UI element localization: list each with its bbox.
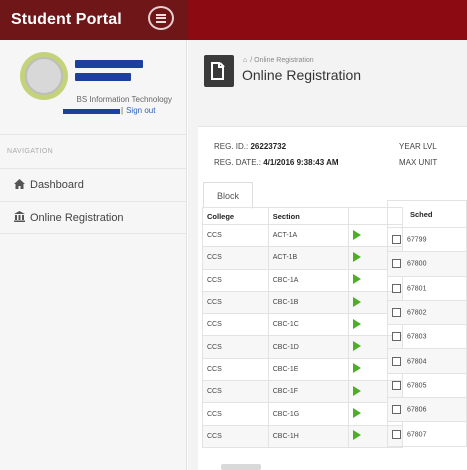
table-row: 67806: [387, 397, 467, 423]
schedule-checkbox[interactable]: [392, 283, 401, 293]
schedule-checkbox[interactable]: [392, 380, 401, 390]
menu-toggle-button[interactable]: [148, 6, 174, 30]
table-row: 67807: [387, 421, 467, 447]
schedule-checkbox[interactable]: [392, 259, 401, 269]
schedule-checkbox[interactable]: [392, 332, 401, 342]
main-content: ⌂ / Online Registration Online Registrati…: [188, 40, 467, 470]
user-profile: BS Information Technology Sign out: [0, 40, 186, 135]
breadcrumb-current: Online Registration: [254, 57, 314, 64]
column-header-college: College: [202, 207, 269, 225]
sidebar-item-label: Dashboard: [30, 179, 84, 191]
table-row: 67800: [387, 251, 467, 277]
table-row: 67805: [387, 372, 467, 399]
document-icon: [204, 55, 234, 87]
schedule-table: Sched 67799 67800 67801 67802 67803 6780…: [387, 200, 467, 447]
select-block-icon[interactable]: [353, 251, 362, 262]
table-row: CCS ACT-1A: [202, 223, 403, 248]
schedule-checkbox[interactable]: [392, 356, 401, 366]
avatar-image: [25, 57, 63, 95]
schedule-checkbox[interactable]: [392, 405, 401, 415]
sign-out-link[interactable]: Sign out: [121, 106, 155, 115]
hamburger-icon: [156, 13, 166, 23]
select-block-icon[interactable]: [353, 341, 362, 352]
breadcrumb-home-icon[interactable]: ⌂: [243, 57, 247, 64]
select-block-icon[interactable]: [353, 363, 362, 374]
table-row: 67803: [387, 324, 467, 350]
schedule-checkbox[interactable]: [392, 235, 401, 245]
column-header-schedule: Sched: [387, 200, 467, 228]
user-name-redacted-2: [75, 73, 131, 81]
sidebar-item-label: Online Registration: [30, 211, 124, 224]
avatar: [20, 52, 68, 100]
horizontal-scrollbar[interactable]: [221, 464, 261, 470]
user-program: BS Information Technology: [76, 95, 172, 104]
select-block-icon[interactable]: [353, 385, 362, 396]
breadcrumb: ⌂ / Online Registration: [243, 57, 314, 64]
select-block-icon[interactable]: [353, 296, 362, 307]
column-header-section: Section: [267, 207, 350, 225]
bank-icon: [12, 210, 26, 225]
top-bar: Student Portal: [0, 0, 467, 40]
home-icon: [12, 178, 26, 192]
table-row: CCS CBC-1D: [202, 335, 403, 359]
tab-block[interactable]: Block: [203, 182, 253, 209]
year-level: YEAR LVL: [399, 142, 437, 151]
table-row: 67801: [387, 275, 467, 301]
user-name-redacted: [75, 60, 143, 68]
reg-id: REG. ID.: 26223732: [214, 142, 287, 151]
schedule-checkbox[interactable]: [392, 308, 401, 318]
sidebar-item-dashboard[interactable]: Dashboard: [0, 168, 186, 201]
table-row: CCS CBC-1B: [202, 290, 403, 315]
select-block-icon[interactable]: [353, 318, 362, 329]
page-header: ⌂ / Online Registration Online Registrati…: [188, 40, 467, 116]
table-row: CCS CBC-1G: [202, 402, 403, 426]
table-row: CCS CBC-1H: [202, 424, 403, 448]
reg-date: REG. DATE.: 4/1/2016 9:38:43 AM: [214, 158, 339, 167]
table-row: CCS CBC-1A: [202, 268, 403, 292]
sidebar-item-online-registration[interactable]: Online Registration: [0, 201, 186, 234]
max-units: MAX UNIT: [399, 158, 438, 167]
table-row: CCS CBC-1E: [202, 357, 403, 382]
app-title[interactable]: Student Portal: [11, 11, 122, 29]
nav-heading: NAVIGATION: [7, 148, 54, 155]
schedule-checkbox[interactable]: [392, 429, 401, 439]
table-row: CCS ACT-1B: [202, 246, 403, 270]
table-row: CCS CBC-1C: [202, 313, 403, 337]
table-row: CCS CBC-1F: [202, 380, 403, 404]
sidebar: BS Information Technology Sign out NAVIG…: [0, 40, 187, 470]
select-block-icon[interactable]: [353, 274, 362, 285]
top-bar-fill: [187, 0, 467, 40]
select-block-icon[interactable]: [353, 408, 362, 419]
page-title: Online Registration: [242, 67, 362, 83]
block-table: College Section CCS ACT-1A CCS ACT-1B CCS C…: [202, 207, 403, 448]
select-block-icon[interactable]: [353, 229, 362, 240]
tab-bar: Block: [202, 182, 403, 209]
table-row: 67804: [387, 348, 467, 374]
table-row: 67802: [387, 299, 467, 326]
user-id-redacted: [63, 109, 120, 114]
table-row: 67799: [387, 226, 467, 253]
select-block-icon[interactable]: [353, 430, 362, 441]
